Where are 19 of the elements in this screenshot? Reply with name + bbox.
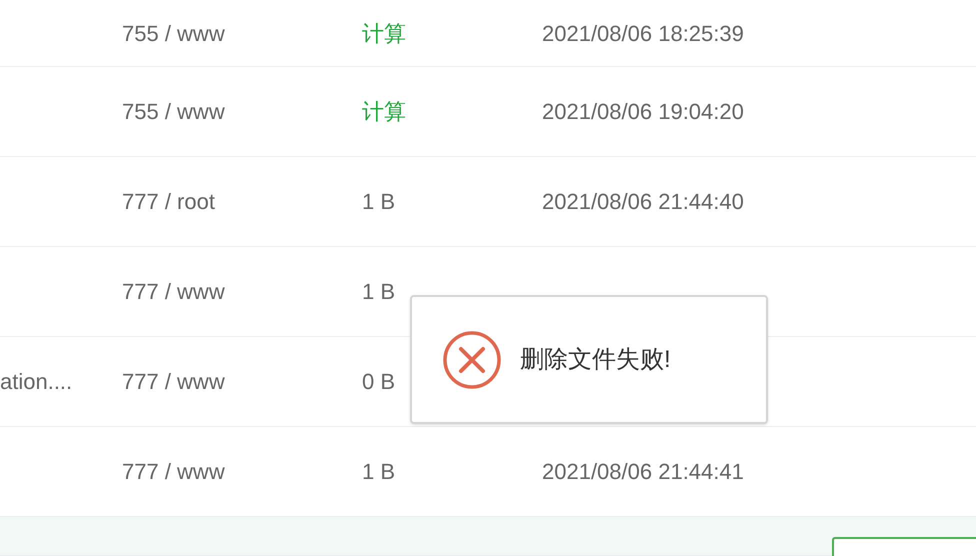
modified-date: 2021/08/06 18:25:39: [542, 20, 744, 46]
calculate-link[interactable]: 计算: [362, 99, 406, 124]
modified-date: 2021/08/06 19:04:20: [542, 99, 744, 124]
permission-text: 777 / www: [122, 279, 225, 304]
modified-date: 2021/08/06 21:44:41: [542, 459, 744, 484]
permission-text: 777 / root: [122, 189, 215, 214]
calculate-link[interactable]: 计算: [362, 20, 406, 46]
permission-text: 755 / www: [122, 20, 225, 46]
error-icon: [442, 330, 502, 390]
permission-text: 755 / www: [122, 99, 225, 124]
toast-message: 删除文件失败!: [520, 344, 671, 374]
modified-date: 2021/08/06 21:44:40: [542, 189, 744, 214]
size-text: 1 B: [362, 279, 396, 304]
size-text: 1 B: [362, 189, 396, 214]
size-text: 0 B: [362, 369, 396, 394]
permission-text: 777 / www: [122, 459, 225, 484]
size-text: 1 B: [362, 459, 396, 484]
file-name: ation....: [0, 369, 72, 394]
permission-text: 777 / www: [122, 369, 225, 394]
